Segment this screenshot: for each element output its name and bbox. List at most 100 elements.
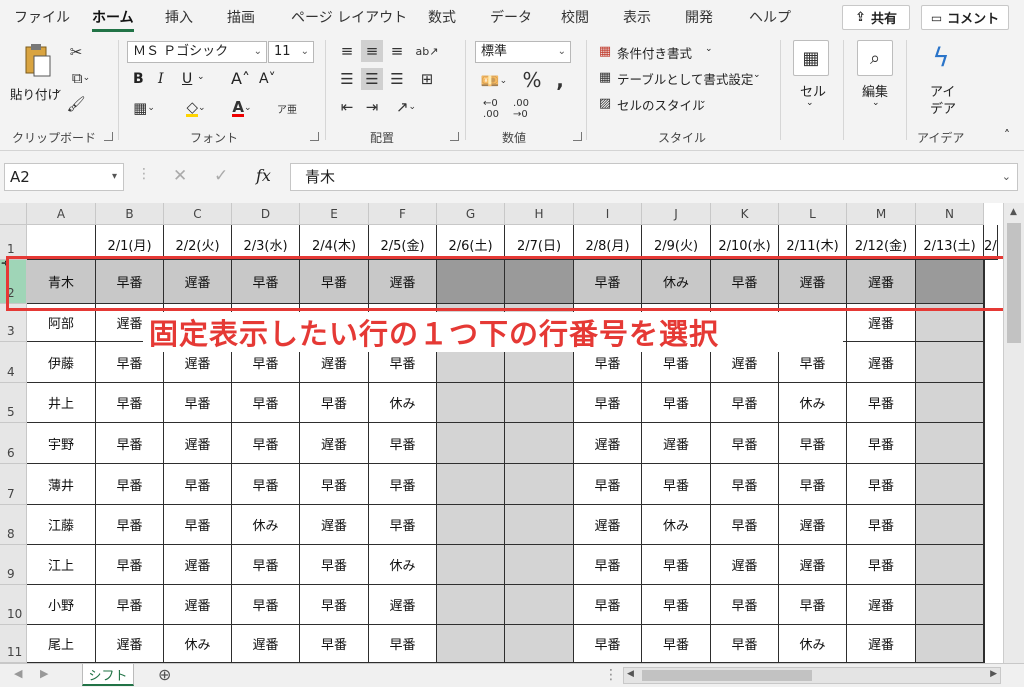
bold-button[interactable]: B [133,71,144,87]
shift-cell[interactable]: 早番 [232,585,300,625]
shift-cell[interactable]: 早番 [232,464,300,505]
shift-cell[interactable] [505,423,574,464]
date-header-cell[interactable]: 2/6(土) [437,225,505,260]
shift-cell[interactable] [505,625,574,663]
date-header-cell[interactable]: 2/7(日) [505,225,574,260]
currency-icon[interactable]: 💴 ⌄ [476,70,512,92]
shift-cell[interactable]: 早番 [711,464,779,505]
shift-cell[interactable] [505,505,574,545]
employee-name-cell[interactable]: 小野 [27,585,96,625]
number-format-dropdown[interactable]: 標準 ⌄ [475,41,571,63]
shift-cell[interactable]: 休み [232,505,300,545]
shift-cell[interactable]: 早番 [300,464,369,505]
shift-cell[interactable]: 遅番 [847,585,916,625]
select-all-corner[interactable] [0,203,27,225]
row-header-10[interactable]: 10 [0,585,27,625]
ideas-lightning-icon[interactable]: ϟ [924,40,958,76]
align-top-icon[interactable]: ≡ [336,40,358,62]
shift-cell[interactable] [984,383,985,423]
shift-cell[interactable]: 早番 [574,464,642,505]
font-size-dropdown[interactable]: 11 ⌄ [268,41,314,63]
shift-cell[interactable]: 早番 [96,464,164,505]
employee-name-cell[interactable]: 江上 [27,545,96,585]
cell[interactable] [27,225,96,260]
tab-view[interactable]: 表示 [623,7,651,27]
vertical-scroll-thumb[interactable] [1007,223,1021,343]
cell-style-icon[interactable]: ▨ [595,94,615,112]
conditional-format-icon[interactable]: ▦ [595,42,615,60]
next-sheet-icon[interactable]: ▶ [40,667,48,680]
shift-cell[interactable]: 遅番 [847,342,916,383]
shift-cell[interactable]: 早番 [847,423,916,464]
format-as-table-button[interactable]: テーブルとして書式設定 [617,69,753,88]
shift-cell[interactable]: 遅番 [164,423,232,464]
shift-cell[interactable]: 早番 [574,383,642,423]
shift-cell[interactable] [916,423,984,464]
tab-draw[interactable]: 描画 [227,7,255,27]
shift-cell[interactable]: 早番 [847,505,916,545]
shift-cell[interactable]: 早番 [300,625,369,663]
shift-cell[interactable]: 休み [369,545,437,585]
shift-cell[interactable]: 遅番 [574,423,642,464]
shift-cell[interactable] [437,545,505,585]
shift-cell[interactable]: 早番 [96,383,164,423]
shift-cell[interactable]: 遅番 [232,625,300,663]
shift-cell[interactable] [437,505,505,545]
shift-cell[interactable]: 早番 [96,505,164,545]
borders-icon[interactable]: ▦ ⌄ [128,97,160,119]
row-header-9[interactable]: 9 [0,545,27,585]
shift-cell[interactable]: 遅番 [300,505,369,545]
shift-cell[interactable]: 遅番 [96,625,164,663]
column-header-n[interactable]: N [916,203,984,225]
date-header-cell[interactable]: 2/1(月) [96,225,164,260]
shift-cell[interactable]: 早番 [711,585,779,625]
date-header-cell[interactable]: 2/3(水) [232,225,300,260]
shift-cell[interactable] [984,545,985,585]
shift-cell[interactable]: 休み [369,383,437,423]
font-launcher-icon[interactable] [310,132,319,141]
clipboard-launcher-icon[interactable] [104,132,113,141]
tab-insert[interactable]: 挿入 [165,7,193,27]
enter-icon[interactable]: ✓ [214,166,228,186]
shift-cell[interactable]: 早番 [164,505,232,545]
insert-function-icon[interactable]: fx [256,166,271,185]
paste-label[interactable]: 貼り付け [10,84,60,103]
shift-cell[interactable]: 早番 [642,383,711,423]
shift-cell[interactable] [916,545,984,585]
shift-cell[interactable]: 早番 [300,545,369,585]
shift-cell[interactable]: 早番 [232,383,300,423]
column-header-j[interactable]: J [642,203,711,225]
shift-cell[interactable]: 休み [779,383,847,423]
comment-button[interactable]: ▭ コメント [921,5,1009,30]
column-header-i[interactable]: I [574,203,642,225]
shift-cell[interactable]: 遅番 [711,545,779,585]
row-header-7[interactable]: 7 [0,464,27,505]
font-color-icon[interactable]: A ⌄ [224,97,260,119]
italic-button[interactable]: I [158,71,164,87]
comma-icon[interactable]: , [550,68,570,92]
share-button[interactable]: ⇪ 共有 [842,5,910,30]
decrease-decimal-icon[interactable]: .00 →0 [508,97,534,121]
shift-cell[interactable]: 早番 [779,423,847,464]
shift-cell[interactable]: 早番 [574,545,642,585]
date-header-cell[interactable]: 2/4(木) [300,225,369,260]
tab-formulas[interactable]: 数式 [428,7,456,27]
vertical-scrollbar[interactable]: ▲ [1003,203,1024,663]
shift-cell[interactable]: 早番 [847,464,916,505]
shift-cell[interactable]: 休み [642,505,711,545]
text-orientation-icon[interactable]: ab↗ [414,40,440,62]
shift-cell[interactable] [437,423,505,464]
increase-indent-icon[interactable]: ⇥ [361,96,383,118]
column-header-a[interactable]: A [27,203,96,225]
underline-button[interactable]: U [182,71,192,87]
shift-cell[interactable] [916,585,984,625]
row-header-4[interactable]: 4 [0,342,27,383]
column-header-m[interactable]: M [847,203,916,225]
shift-cell[interactable]: 早番 [574,585,642,625]
shift-cell[interactable]: 早番 [164,383,232,423]
shift-cell[interactable]: 遅番 [369,585,437,625]
shift-cell[interactable]: 早番 [232,423,300,464]
increase-decimal-icon[interactable]: ←0.00 [478,97,504,121]
shift-cell[interactable]: 早番 [369,505,437,545]
align-left-icon[interactable]: ☰ [336,68,358,90]
